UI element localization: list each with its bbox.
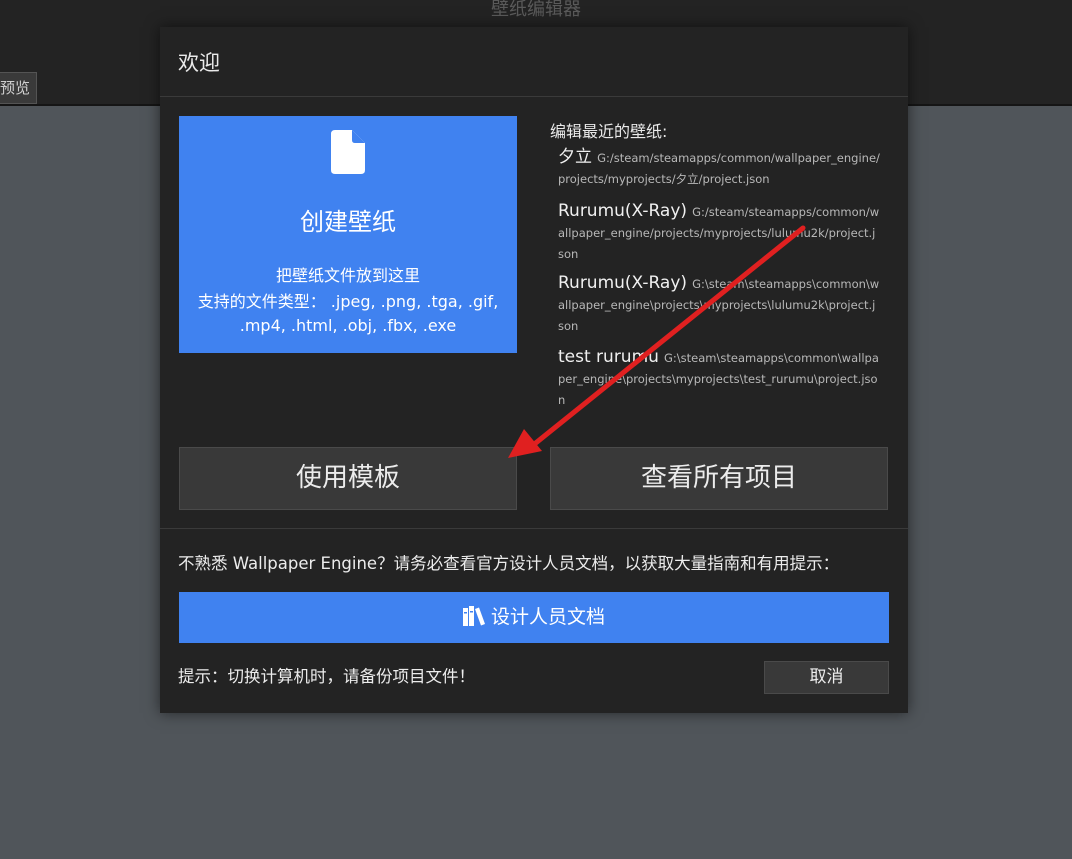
designer-docs-button[interactable]: 设计人员文档 — [179, 592, 889, 643]
file-icon — [331, 130, 365, 174]
docs-notice: 不熟悉 Wallpaper Engine？请务必查看官方设计人员文档，以获取大量… — [178, 554, 840, 573]
recent-project-item[interactable]: Rurumu(X-Ray) G:\steam\steamapps\common\… — [558, 273, 880, 336]
designer-docs-label: 设计人员文档 — [490, 606, 605, 628]
supported-file-types: 支持的文件类型： .jpeg, .png, .tga, .gif, .mp4, … — [197, 292, 499, 335]
tab-preview[interactable]: 预览 — [0, 72, 37, 104]
recent-project-name: 夕立 — [558, 147, 592, 167]
recent-project-name: Rurumu(X-Ray) — [558, 201, 688, 221]
books-icon — [462, 606, 485, 626]
recent-project-item[interactable]: 夕立 G:/steam/steamapps/common/wallpaper_e… — [558, 147, 880, 189]
recent-project-name: test rurumu — [558, 347, 659, 367]
app-titlebar: 壁纸编辑器 — [0, 0, 1072, 30]
create-wallpaper-title: 创建壁纸 — [300, 208, 396, 236]
recent-project-name: Rurumu(X-Ray) — [558, 273, 688, 293]
dialog-header: 欢迎 — [160, 27, 908, 97]
create-wallpaper-hint: 把壁纸文件放到这里 — [275, 266, 420, 285]
create-wallpaper-dropzone[interactable]: 创建壁纸 把壁纸文件放到这里 支持的文件类型： .jpeg, .png, .tg… — [179, 116, 517, 353]
recent-project-item[interactable]: Rurumu(X-Ray) G:/steam/steamapps/common/… — [558, 201, 880, 264]
dialog-title: 欢迎 — [178, 51, 220, 75]
use-template-button[interactable]: 使用模板 — [179, 447, 517, 510]
divider — [160, 528, 908, 529]
cancel-button[interactable]: 取消 — [764, 661, 889, 694]
recent-wallpapers-title: 编辑最近的壁纸: — [550, 122, 668, 141]
backup-tip: 提示：切换计算机时，请备份项目文件！ — [178, 667, 475, 686]
recent-project-item[interactable]: test rurumu G:\steam\steamapps\common\wa… — [558, 347, 880, 410]
recent-project-path: G:/steam/steamapps/common/wallpaper_engi… — [558, 151, 880, 186]
app-title: 壁纸编辑器 — [491, 0, 581, 20]
view-all-projects-button[interactable]: 查看所有项目 — [550, 447, 888, 510]
welcome-dialog: 欢迎 创建壁纸 把壁纸文件放到这里 支持的文件类型： .jpeg, .png, … — [160, 27, 908, 713]
